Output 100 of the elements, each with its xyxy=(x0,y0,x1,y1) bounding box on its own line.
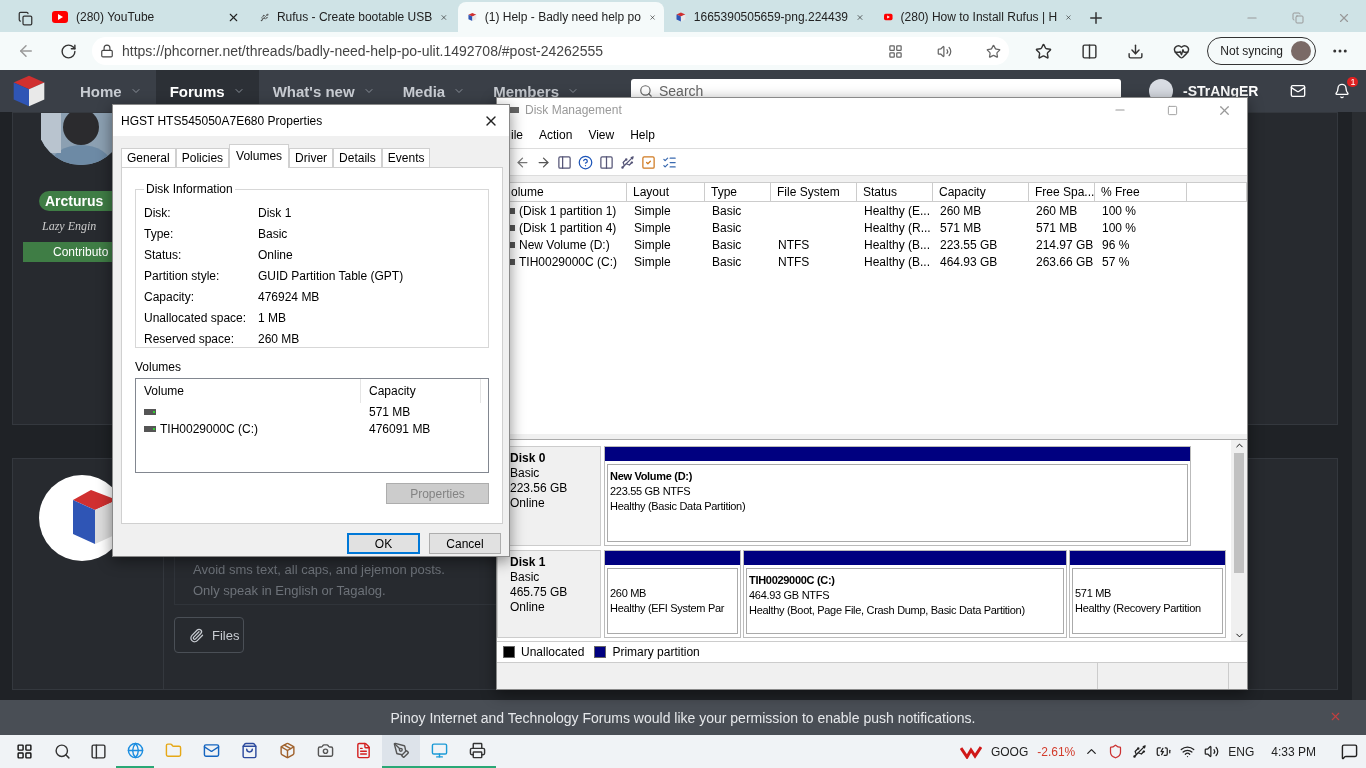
table-cell: 100 % xyxy=(1102,203,1137,218)
forward-icon[interactable] xyxy=(536,154,551,170)
dialog-tab[interactable]: General xyxy=(121,148,176,168)
scrollbar[interactable] xyxy=(1352,112,1366,700)
browser-tab[interactable]: (280) YouTube xyxy=(42,2,248,32)
help-icon[interactable] xyxy=(578,154,593,170)
column-header[interactable]: % Free xyxy=(1095,183,1187,201)
taskbar-app[interactable] xyxy=(382,735,420,768)
partition[interactable]: New Volume (D:) 223.55 GB NTFS Healthy (Basic Data Partition) xyxy=(604,446,1191,546)
info-label: Capacity: xyxy=(144,289,196,304)
notification-icon[interactable] xyxy=(1341,743,1358,760)
usb-icon[interactable] xyxy=(620,154,635,170)
monitor-icon xyxy=(430,742,448,759)
dialog-tab[interactable]: Driver xyxy=(289,148,334,168)
volume-list[interactable]: Volume Capacity 571 MB TIH0029000C (C:) 476091 MB xyxy=(135,378,489,473)
table-cell: Healthy (B... xyxy=(864,237,931,252)
window-title: Disk Management xyxy=(525,103,623,117)
package-icon xyxy=(278,742,296,759)
partition[interactable]: 260 MB Healthy (EFI System Par xyxy=(604,550,741,638)
column-header[interactable]: Capacity xyxy=(361,379,481,403)
alert-count: 1 xyxy=(1347,77,1359,87)
rule-text: Only speak in English or Tagalog. xyxy=(193,583,387,598)
menu-item[interactable]: Action xyxy=(531,128,581,142)
disk-label[interactable]: Disk 1 Basic 465.75 GB Online xyxy=(497,550,601,638)
table-cell: NTFS xyxy=(778,237,810,252)
browser-tab[interactable]: (280) How to Install Rufus | H xyxy=(874,2,1080,32)
console-tree-icon[interactable] xyxy=(557,154,572,170)
table-cell: Simple xyxy=(634,203,671,218)
list-icon[interactable] xyxy=(662,154,677,170)
browser-tab[interactable]: Rufus - Create bootable USB xyxy=(250,2,456,32)
table-cell: Simple xyxy=(634,220,671,235)
info-label: Partition style: xyxy=(144,268,221,283)
notification-text: Pinoy Internet and Technology Forums would like your permission to enable push notifications. xyxy=(390,709,976,726)
table-cell: Healthy (B... xyxy=(864,254,931,269)
add-favorite-icon[interactable] xyxy=(986,43,1002,59)
info-label: Type: xyxy=(144,226,175,241)
partition[interactable]: TIH0029000C (C:) 464.93 GB NTFS Healthy (Boot, Page File, Crash Dump, Basic Data Partition) xyxy=(743,550,1067,638)
wifi-icon[interactable] xyxy=(1180,744,1196,759)
usb-icon[interactable] xyxy=(1132,744,1148,759)
back-icon[interactable] xyxy=(515,154,530,170)
browser-tab[interactable]: (1) Help - Badly need help po xyxy=(458,2,664,32)
panel-icon[interactable] xyxy=(599,154,614,170)
language-indicator[interactable]: ENG xyxy=(1228,744,1255,759)
legend-label: Unallocated xyxy=(521,645,585,659)
check-icon[interactable] xyxy=(641,154,656,170)
mail-icon xyxy=(202,742,220,759)
battery-icon[interactable] xyxy=(1156,744,1172,759)
dialog-tab[interactable]: Details xyxy=(333,148,382,168)
files-button[interactable]: Files xyxy=(174,617,244,653)
column-header[interactable]: Capacity xyxy=(933,183,1029,201)
info-value: Basic xyxy=(258,226,289,241)
nav-tab[interactable]: Media xyxy=(388,70,480,112)
column-header[interactable]: Free Spa... xyxy=(1029,183,1095,201)
video-icon xyxy=(884,11,893,23)
info-value: 1 MB xyxy=(258,310,287,325)
paperclip-icon xyxy=(189,627,204,643)
pen-icon xyxy=(392,742,410,759)
table-cell: 100 % xyxy=(1102,220,1137,235)
column-header[interactable]: Volume xyxy=(136,379,361,403)
info-label: Disk: xyxy=(144,205,172,220)
drive-icon xyxy=(144,425,156,432)
bag-icon xyxy=(240,742,258,759)
table-cell: Healthy (E... xyxy=(864,203,931,218)
table-cell: Simple xyxy=(634,254,671,269)
cancel-button[interactable]: Cancel xyxy=(429,533,501,554)
volume-capacity: 476091 MB xyxy=(369,421,431,436)
nav-tab[interactable]: Home xyxy=(66,70,156,112)
partition-status: Healthy (Boot, Page File, Crash Dump, Basic Data Partition) xyxy=(749,603,1026,618)
nav-tab[interactable]: What's new xyxy=(258,70,389,112)
menu-item[interactable]: Help xyxy=(622,128,663,142)
clock[interactable]: 4:33 PM xyxy=(1271,744,1316,759)
read-aloud-icon[interactable] xyxy=(937,43,953,59)
grid-icon[interactable] xyxy=(888,43,904,59)
table-cell: 223.55 GB xyxy=(940,237,998,252)
info-label: Unallocated space: xyxy=(144,310,248,325)
partition[interactable]: 571 MB Healthy (Recovery Partition xyxy=(1069,550,1226,638)
dialog-tab[interactable]: Policies xyxy=(175,148,230,168)
table-cell: (Disk 1 partition 4) xyxy=(519,220,617,235)
dialog-tab[interactable]: Events xyxy=(381,148,431,168)
ok-button[interactable]: OK xyxy=(347,533,420,554)
mail-icon[interactable] xyxy=(1290,83,1307,99)
column-header[interactable]: Type xyxy=(705,183,771,201)
volume-icon[interactable] xyxy=(1204,744,1220,759)
scrollbar[interactable] xyxy=(1231,440,1247,641)
dialog-tab[interactable]: Volumes xyxy=(229,144,290,168)
bell-icon[interactable] xyxy=(1334,83,1351,99)
globe-icon xyxy=(126,742,144,759)
table-cell: Healthy (R... xyxy=(864,220,931,235)
column-header[interactable]: Layout xyxy=(627,183,705,201)
disk-name: Disk 0 xyxy=(510,451,547,466)
username[interactable]: -STrANgER xyxy=(1183,83,1259,99)
shield-icon[interactable] xyxy=(1108,744,1124,759)
video-icon xyxy=(52,11,68,23)
column-header[interactable]: File System xyxy=(771,183,857,201)
menu-item[interactable]: View xyxy=(580,128,623,142)
rule-text: Avoid sms text, all caps, and jejemon posts. xyxy=(193,562,446,577)
column-header[interactable]: Status xyxy=(857,183,933,201)
site-logo xyxy=(12,74,46,108)
browser-tab[interactable]: 1665390505659-png.224439 xyxy=(666,2,872,32)
address-field[interactable]: https://phcorner.net/threads/badly-need-help-po-ulit.1492708/#post-24262555 xyxy=(92,37,1010,65)
